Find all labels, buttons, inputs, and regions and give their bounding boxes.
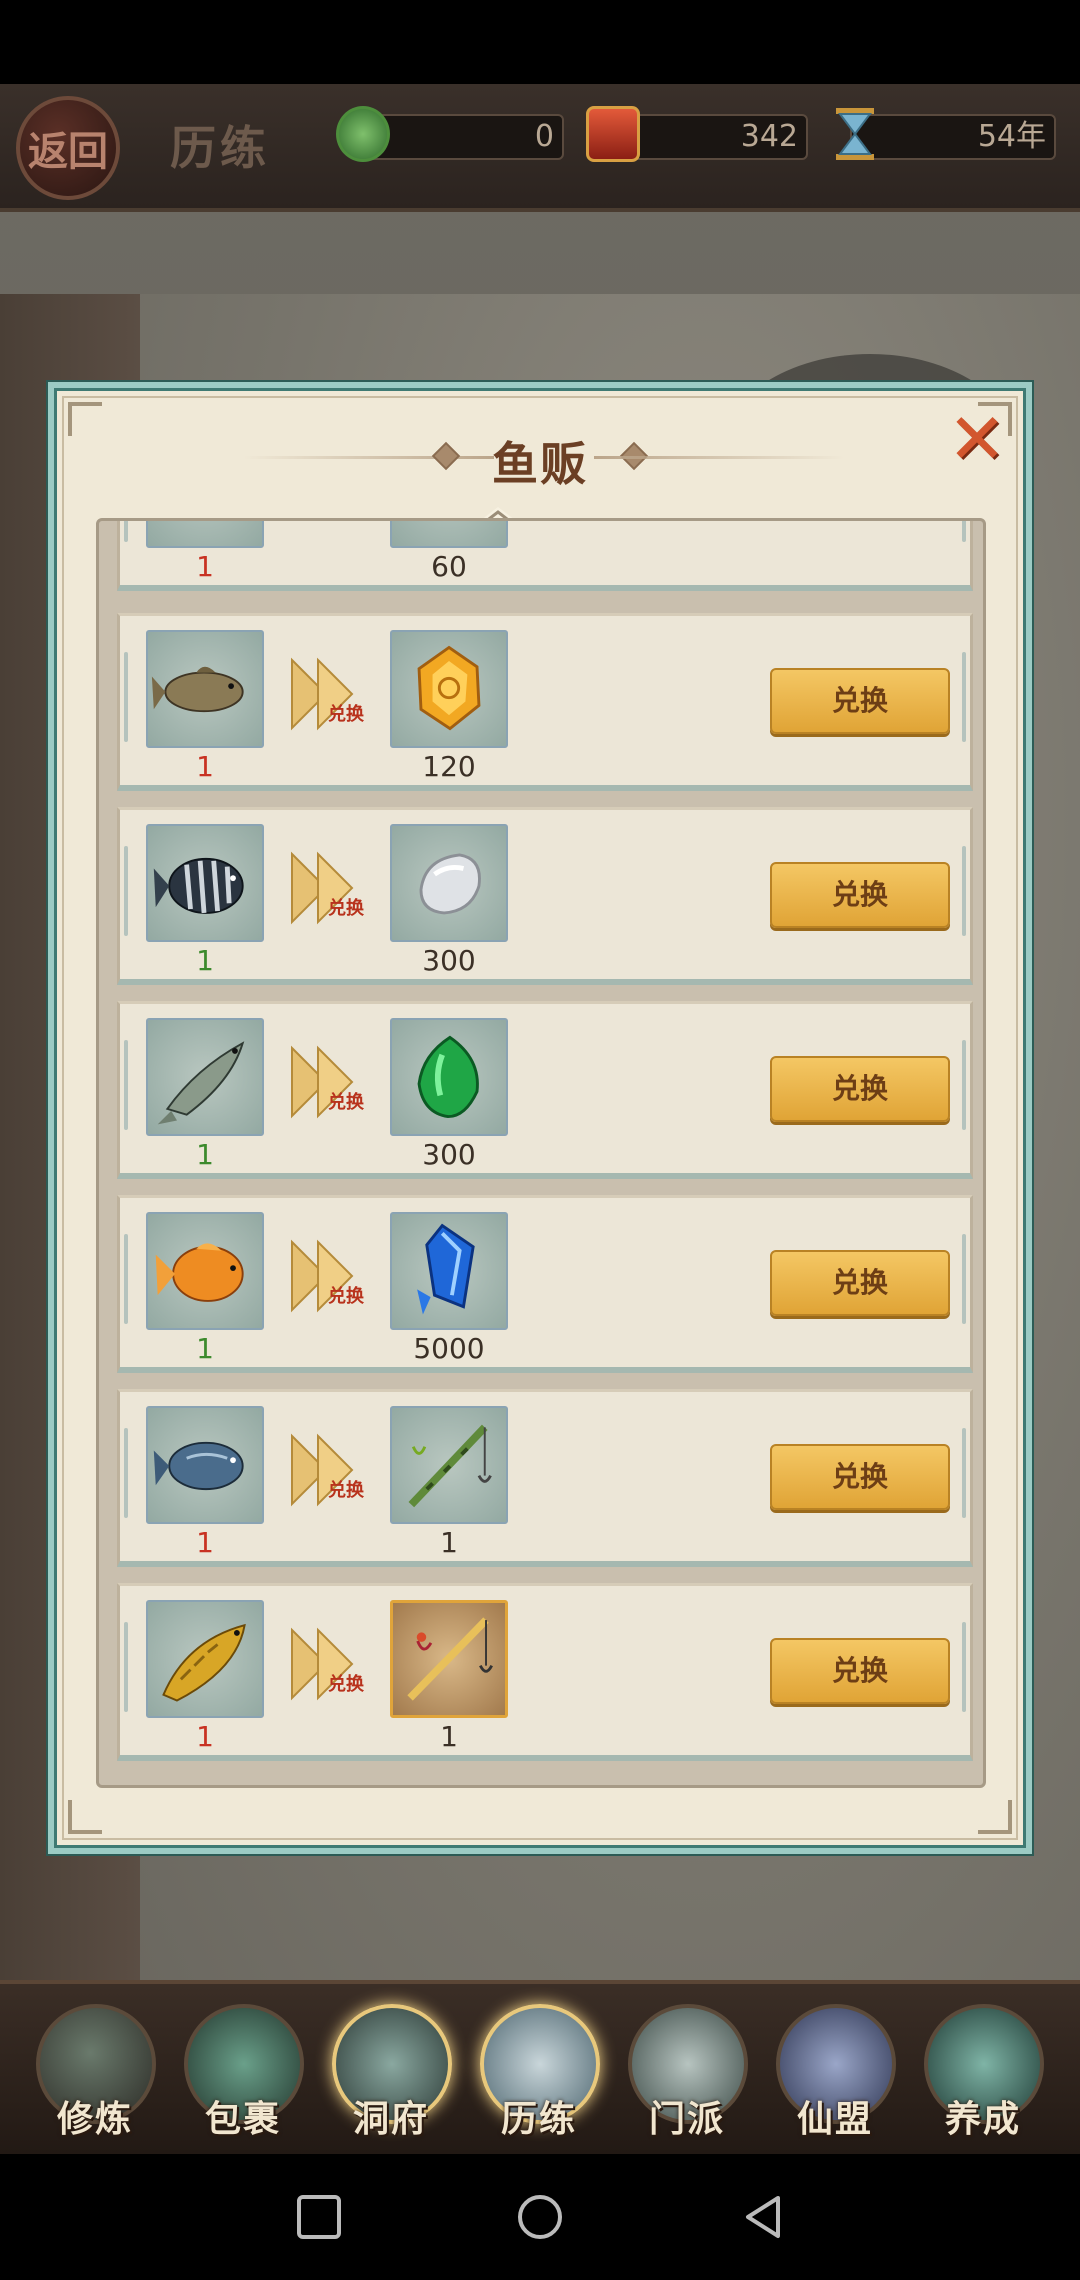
exchange-button[interactable]: 兑换	[770, 1250, 950, 1316]
golden-arowana-icon[interactable]	[146, 1600, 264, 1718]
exchange-arrow-icon: 兑换	[291, 1045, 364, 1119]
input-count: 1	[196, 1332, 214, 1365]
top-bar: 返回 历练 0 342 54年	[0, 84, 1080, 212]
silver-fish-icon[interactable]	[146, 1018, 264, 1136]
white-stone-icon[interactable]	[390, 824, 508, 942]
bottom-nav: 修炼 包裹 洞府 历练 门派 仙盟 养成	[0, 1980, 1080, 2154]
nav-alliance[interactable]: 仙盟	[770, 2004, 900, 2144]
output-count: 300	[422, 1138, 476, 1171]
trade-row: 1 60	[117, 521, 973, 591]
exchange-arrow-icon	[288, 521, 364, 534]
exchange-button[interactable]: 兑换	[770, 1444, 950, 1510]
svg-text:兑换: 兑换	[328, 703, 364, 725]
exchange-button[interactable]: 兑换	[770, 862, 950, 928]
nav-sect[interactable]: 门派	[622, 2004, 752, 2144]
system-nav-bar	[0, 2154, 1080, 2280]
exchange-arrow-icon: 兑换	[291, 1627, 364, 1701]
page-title: 历练	[170, 121, 270, 175]
output-count: 1	[440, 1720, 458, 1753]
back-icon[interactable]	[738, 2192, 788, 2242]
recent-apps-icon[interactable]	[294, 2192, 344, 2242]
jade-coin-icon	[336, 106, 390, 162]
output-count: 5000	[413, 1332, 485, 1365]
exchange-arrow-icon: 兑换	[291, 657, 364, 731]
svg-text:兑换: 兑换	[328, 1479, 364, 1501]
hourglass-icon	[828, 106, 882, 162]
nav-cultivate[interactable]: 修炼	[30, 2004, 160, 2144]
trade-row: 兑换 1 5000 兑换	[117, 1195, 973, 1373]
green-jade-icon[interactable]	[390, 1018, 508, 1136]
input-count: 1	[196, 944, 214, 977]
blue-fish-icon[interactable]	[146, 1406, 264, 1524]
svg-text:兑换: 兑换	[328, 1091, 364, 1113]
input-count: 1	[196, 1720, 214, 1753]
trade-row: 兑换 1 120 兑换	[117, 613, 973, 791]
trade-row: 兑换 1 1 兑换	[117, 1389, 973, 1567]
trade-list[interactable]: 1 60 兑换 1 120 兑换 兑换 1 300 兑换 兑换 1 300 兑换…	[96, 518, 986, 1788]
exchange-button[interactable]: 兑换	[770, 1056, 950, 1122]
fish-icon[interactable]	[146, 521, 264, 548]
trade-row: 兑换 1 1 兑换	[117, 1583, 973, 1761]
svg-text:兑换: 兑换	[328, 897, 364, 919]
back-button[interactable]: 返回	[16, 96, 120, 200]
golden-fishing-rod-icon[interactable]	[390, 1600, 508, 1718]
gold-spirit-stone-icon[interactable]	[390, 630, 508, 748]
resource-jade: 0	[364, 114, 564, 160]
exchange-arrow-icon: 兑换	[291, 1433, 364, 1507]
input-count: 1	[196, 750, 214, 783]
nav-cave[interactable]: 洞府	[326, 2004, 456, 2144]
output-count: 300	[422, 944, 476, 977]
exchange-arrow-icon: 兑换	[291, 1239, 364, 1313]
nav-develop[interactable]: 养成	[918, 2004, 1048, 2144]
goldfish-icon[interactable]	[146, 1212, 264, 1330]
blue-crystal-icon[interactable]	[390, 1212, 508, 1330]
svg-text:兑换: 兑换	[328, 1673, 364, 1695]
exchange-button[interactable]: 兑换	[770, 1638, 950, 1704]
input-count: 1	[196, 1526, 214, 1559]
output-count: 1	[440, 1526, 458, 1559]
trade-row: 兑换 1 300 兑换	[117, 807, 973, 985]
svg-text:兑换: 兑换	[328, 1285, 364, 1307]
nav-bag[interactable]: 包裹	[178, 2004, 308, 2144]
carp-icon[interactable]	[146, 630, 264, 748]
item-icon[interactable]	[390, 521, 508, 548]
trade-row: 兑换 1 300 兑换	[117, 1001, 973, 1179]
red-pouch-icon	[586, 106, 640, 162]
striped-fish-icon[interactable]	[146, 824, 264, 942]
dialog-title: 鱼贩	[492, 437, 588, 491]
fish-vendor-dialog: 鱼贩 ✕ 1 60 兑换 1 120 兑换 兑换 1 300 兑换 兑换 1 3…	[48, 382, 1032, 1854]
input-count: 1	[196, 1138, 214, 1171]
close-icon[interactable]: ✕	[946, 404, 1008, 474]
output-count: 120	[422, 750, 476, 783]
status-bar	[0, 0, 1080, 84]
nav-training[interactable]: 历练	[474, 2004, 604, 2144]
exchange-button[interactable]: 兑换	[770, 668, 950, 734]
exchange-arrow-icon: 兑换	[291, 851, 364, 925]
home-icon[interactable]	[515, 2192, 565, 2242]
bamboo-fishing-rod-icon[interactable]	[390, 1406, 508, 1524]
